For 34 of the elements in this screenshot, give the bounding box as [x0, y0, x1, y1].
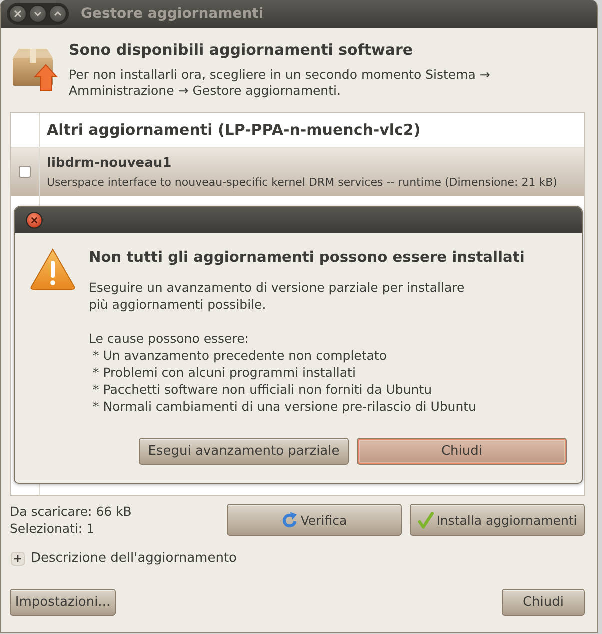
- window-title: Gestore aggiornamenti: [81, 6, 264, 22]
- dialog-message: Eseguire un avanzamento di versione parziale per installare più aggiornamenti possibile.: [89, 279, 466, 313]
- package-description: Userspace interface to nouveau-specific kernel DRM services -- runtime (Dimensione: 21 kB): [47, 174, 558, 190]
- cause-item: * Pacchetti software non ufficiali non forniti da Ubuntu: [92, 381, 434, 398]
- close-button[interactable]: Chiudi: [357, 438, 567, 465]
- close-icon[interactable]: [26, 212, 43, 228]
- close-button[interactable]: Chiudi: [502, 589, 585, 616]
- install-button[interactable]: Installa aggiornamenti: [410, 504, 585, 536]
- description-expander[interactable]: Descrizione dell'aggiornamento: [10, 551, 238, 566]
- cause-item: * Un avanzamento precedente non completato: [92, 347, 388, 364]
- update-row[interactable]: libdrm-nouveau1 Userspace interface to nouveau-specific kernel DRM services -- runtime (Dimensione: 21 kB): [11, 148, 584, 196]
- window-close-button[interactable]: [9, 5, 27, 23]
- download-size: Da scaricare: 66 kB: [10, 503, 132, 520]
- minimize-button[interactable]: [29, 5, 47, 23]
- maximize-button[interactable]: [49, 5, 67, 23]
- group-title: Altri aggiornamenti (LP-PPA-n-muench-vlc2): [46, 121, 422, 139]
- checkbox[interactable]: [19, 166, 31, 178]
- warning-icon: [30, 248, 76, 291]
- selected-count: Selezionati: 1: [10, 520, 96, 537]
- causes-intro: Le cause possono essere:: [89, 330, 250, 347]
- partial-upgrade-button[interactable]: Esegui avanzamento parziale: [139, 438, 349, 465]
- chevron-up-icon: [54, 10, 62, 18]
- settings-button[interactable]: Impostazioni...: [10, 589, 116, 616]
- header-text: Per non installarli ora, scegliere in un secondo momento Sistema → Amministrazione → Gestore aggiornamenti.: [69, 67, 492, 99]
- dialog-heading: Non tutti gli aggiornamenti possono essere installati: [89, 248, 526, 268]
- check-icon: [418, 512, 434, 528]
- cause-item: * Normali cambiamenti di una versione pre-rilascio di Ubuntu: [92, 398, 478, 415]
- verify-button[interactable]: Verifica: [227, 504, 402, 536]
- header-title: Sono disponibili aggiornamenti software: [69, 40, 414, 60]
- chevron-down-icon: [34, 10, 42, 18]
- package-name: libdrm-nouveau1: [47, 154, 173, 172]
- cause-item: * Problemi con alcuni programmi installati: [92, 364, 357, 381]
- refresh-icon: [282, 512, 298, 528]
- close-icon: [14, 10, 22, 18]
